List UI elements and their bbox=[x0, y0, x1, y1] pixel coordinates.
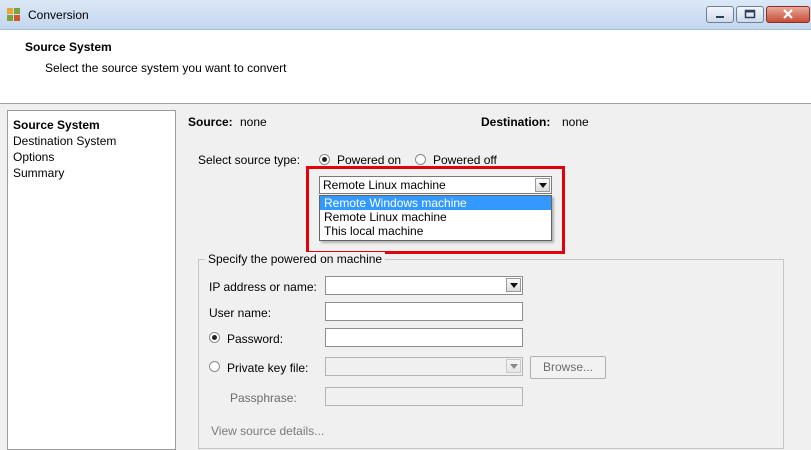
private-key-combo bbox=[325, 357, 523, 376]
minimize-button[interactable] bbox=[706, 6, 734, 23]
source-type-label: Select source type: bbox=[198, 153, 301, 167]
step-summary[interactable]: Summary bbox=[13, 166, 64, 180]
powered-on-label[interactable]: Powered on bbox=[337, 153, 401, 167]
powered-on-radio[interactable] bbox=[319, 154, 330, 165]
password-radio[interactable] bbox=[209, 332, 220, 343]
user-name-input[interactable] bbox=[325, 302, 523, 321]
passphrase-input bbox=[325, 387, 523, 406]
browse-button: Browse... bbox=[530, 356, 606, 379]
powered-off-label[interactable]: Powered off bbox=[433, 153, 497, 167]
private-key-label[interactable]: Private key file: bbox=[227, 361, 308, 375]
step-source-system[interactable]: Source System bbox=[13, 118, 100, 132]
maximize-icon bbox=[744, 9, 756, 19]
group-title: Specify the powered on machine bbox=[205, 252, 386, 266]
user-name-label: User name: bbox=[209, 306, 272, 320]
ip-address-combo[interactable] bbox=[325, 276, 523, 295]
close-icon bbox=[783, 9, 793, 19]
app-icon bbox=[7, 8, 20, 21]
close-button[interactable] bbox=[766, 6, 810, 23]
page-title: Source System bbox=[25, 40, 112, 54]
destination-value: none bbox=[562, 115, 589, 129]
powered-off-radio[interactable] bbox=[415, 154, 426, 165]
window-title: Conversion bbox=[28, 8, 89, 22]
highlight-box bbox=[306, 166, 565, 254]
minimize-icon bbox=[716, 16, 724, 18]
maximize-button[interactable] bbox=[736, 6, 764, 23]
step-destination-system[interactable]: Destination System bbox=[13, 134, 116, 148]
password-label[interactable]: Password: bbox=[227, 332, 283, 346]
source-value: none bbox=[240, 115, 267, 129]
passphrase-label: Passphrase: bbox=[230, 391, 297, 405]
password-input[interactable] bbox=[325, 328, 523, 347]
private-key-dropdown-arrow-icon bbox=[506, 359, 521, 373]
view-source-details-link: View source details... bbox=[211, 424, 325, 438]
step-options[interactable]: Options bbox=[13, 150, 54, 164]
ip-dropdown-arrow-icon[interactable] bbox=[506, 278, 521, 292]
destination-label: Destination: bbox=[481, 115, 551, 129]
title-bar bbox=[0, 0, 811, 30]
private-key-radio[interactable] bbox=[209, 361, 220, 372]
source-label: Source: bbox=[188, 115, 233, 129]
page-subtitle: Select the source system you want to con… bbox=[45, 61, 287, 75]
ip-label: IP address or name: bbox=[209, 280, 317, 294]
